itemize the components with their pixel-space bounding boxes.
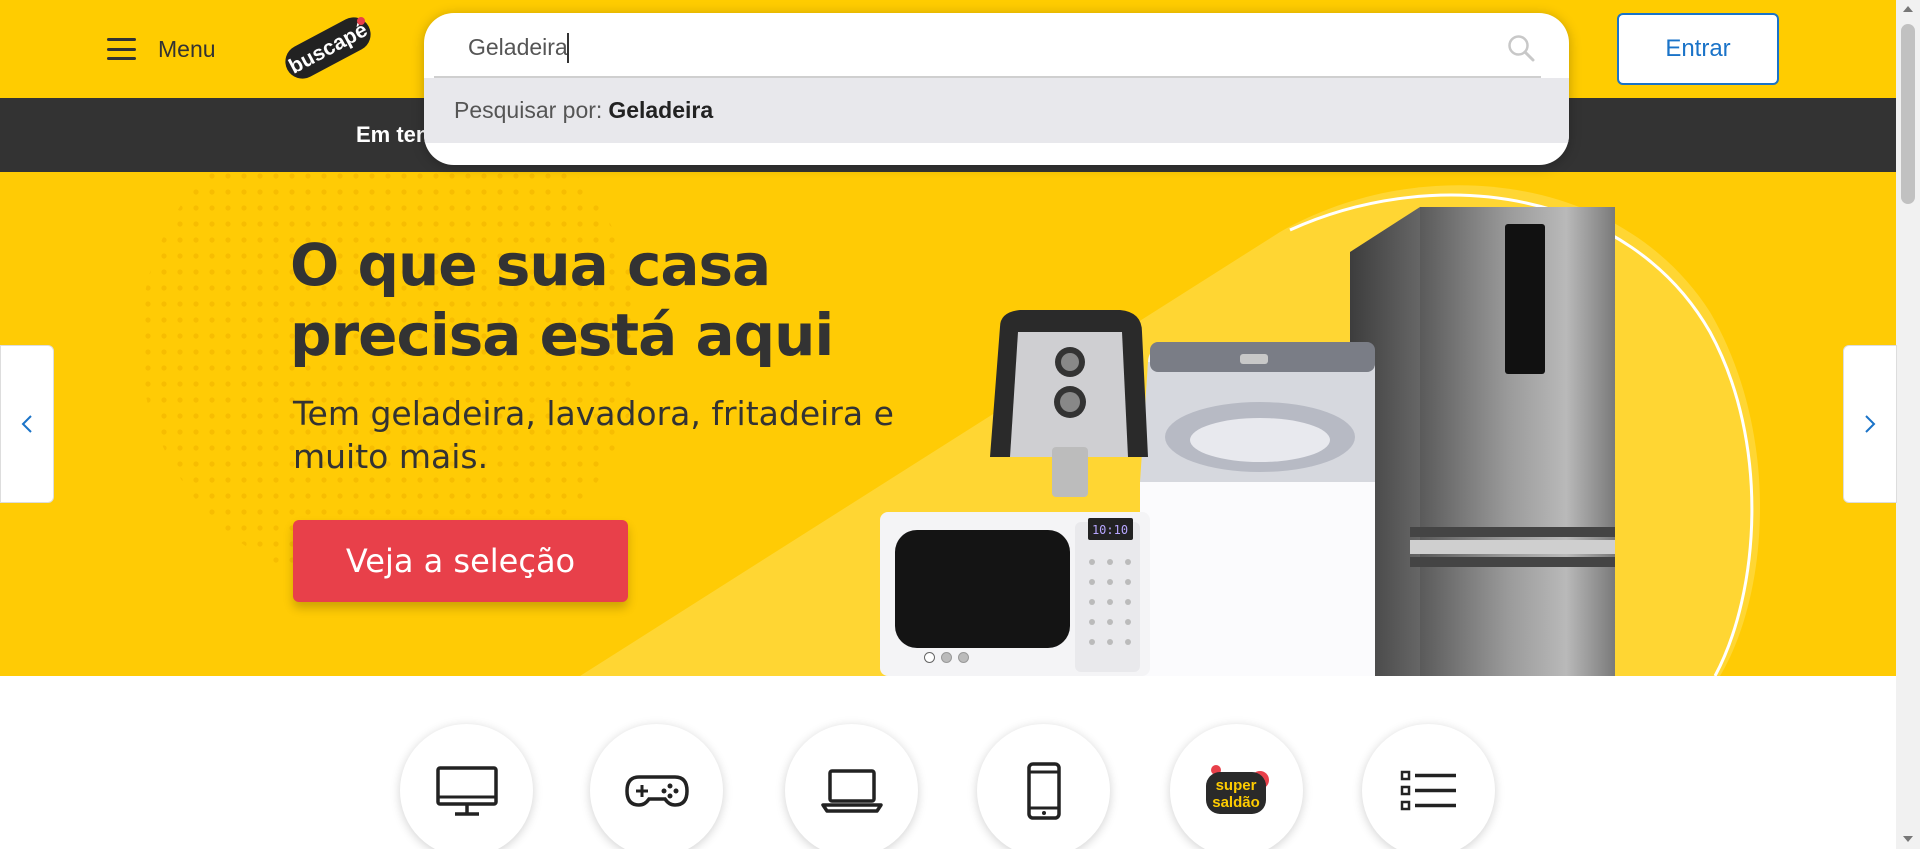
category-tv[interactable] bbox=[400, 724, 533, 849]
search-field bbox=[424, 13, 1569, 77]
microwave-image: 10:10 bbox=[880, 512, 1150, 676]
list-icon bbox=[1400, 770, 1456, 810]
search-suggestion[interactable]: Pesquisar por: Geladeira bbox=[424, 78, 1569, 143]
category-smartphones[interactable] bbox=[977, 724, 1110, 849]
svg-text:saldão: saldão bbox=[1212, 794, 1260, 811]
search-icon[interactable] bbox=[1507, 34, 1535, 67]
hero-banner[interactable]: 10:10 O que sua casa precisa está aqui T… bbox=[0, 172, 1896, 676]
fridge-image bbox=[1350, 207, 1615, 676]
carousel-next-button[interactable] bbox=[1843, 345, 1897, 503]
carousel-prev-button[interactable] bbox=[0, 345, 54, 503]
chevron-left-icon bbox=[21, 415, 32, 433]
washer-image bbox=[1140, 342, 1375, 676]
suggestion-prefix: Pesquisar por: bbox=[454, 97, 603, 123]
category-super-saldao[interactable]: super saldão bbox=[1170, 724, 1303, 849]
category-all[interactable] bbox=[1362, 724, 1495, 849]
category-laptops[interactable] bbox=[785, 724, 918, 849]
hero-title: O que sua casa precisa está aqui bbox=[290, 231, 834, 369]
carousel-dot-2[interactable] bbox=[941, 652, 952, 663]
laptop-icon bbox=[820, 768, 883, 813]
login-button[interactable]: Entrar bbox=[1617, 13, 1779, 85]
text-caret bbox=[567, 33, 569, 63]
svg-text:10:10: 10:10 bbox=[1092, 523, 1128, 537]
smartphone-icon bbox=[1026, 761, 1061, 820]
carousel-dots bbox=[924, 652, 969, 663]
scroll-thumb[interactable] bbox=[1901, 24, 1915, 204]
super-saldao-icon: super saldão bbox=[1205, 764, 1269, 814]
see-selection-button[interactable]: Veja a seleção bbox=[293, 520, 628, 602]
category-games[interactable] bbox=[590, 724, 723, 849]
menu-button[interactable]: Menu bbox=[107, 30, 216, 68]
hamburger-icon bbox=[107, 38, 136, 60]
navbar-item[interactable]: Em ten bbox=[356, 122, 429, 148]
category-shortcuts: super saldão bbox=[0, 676, 1896, 849]
search-input[interactable] bbox=[468, 29, 1468, 65]
scroll-up-arrow[interactable] bbox=[1903, 6, 1913, 12]
buscape-logo[interactable]: buscapé bbox=[278, 15, 378, 86]
search-box: Pesquisar por: Geladeira bbox=[424, 13, 1569, 165]
carousel-dot-3[interactable] bbox=[958, 652, 969, 663]
tv-icon bbox=[435, 765, 498, 816]
page-scrollbar[interactable] bbox=[1896, 0, 1920, 849]
menu-label: Menu bbox=[158, 35, 216, 62]
svg-text:super: super bbox=[1215, 777, 1256, 794]
carousel-dot-1[interactable] bbox=[924, 652, 935, 663]
hero-subtitle: Tem geladeira, lavadora, fritadeira e mu… bbox=[293, 394, 894, 476]
suggestion-term: Geladeira bbox=[608, 97, 714, 123]
scroll-down-arrow[interactable] bbox=[1903, 836, 1913, 842]
chevron-right-icon bbox=[1865, 415, 1876, 433]
gamepad-icon bbox=[624, 774, 689, 807]
